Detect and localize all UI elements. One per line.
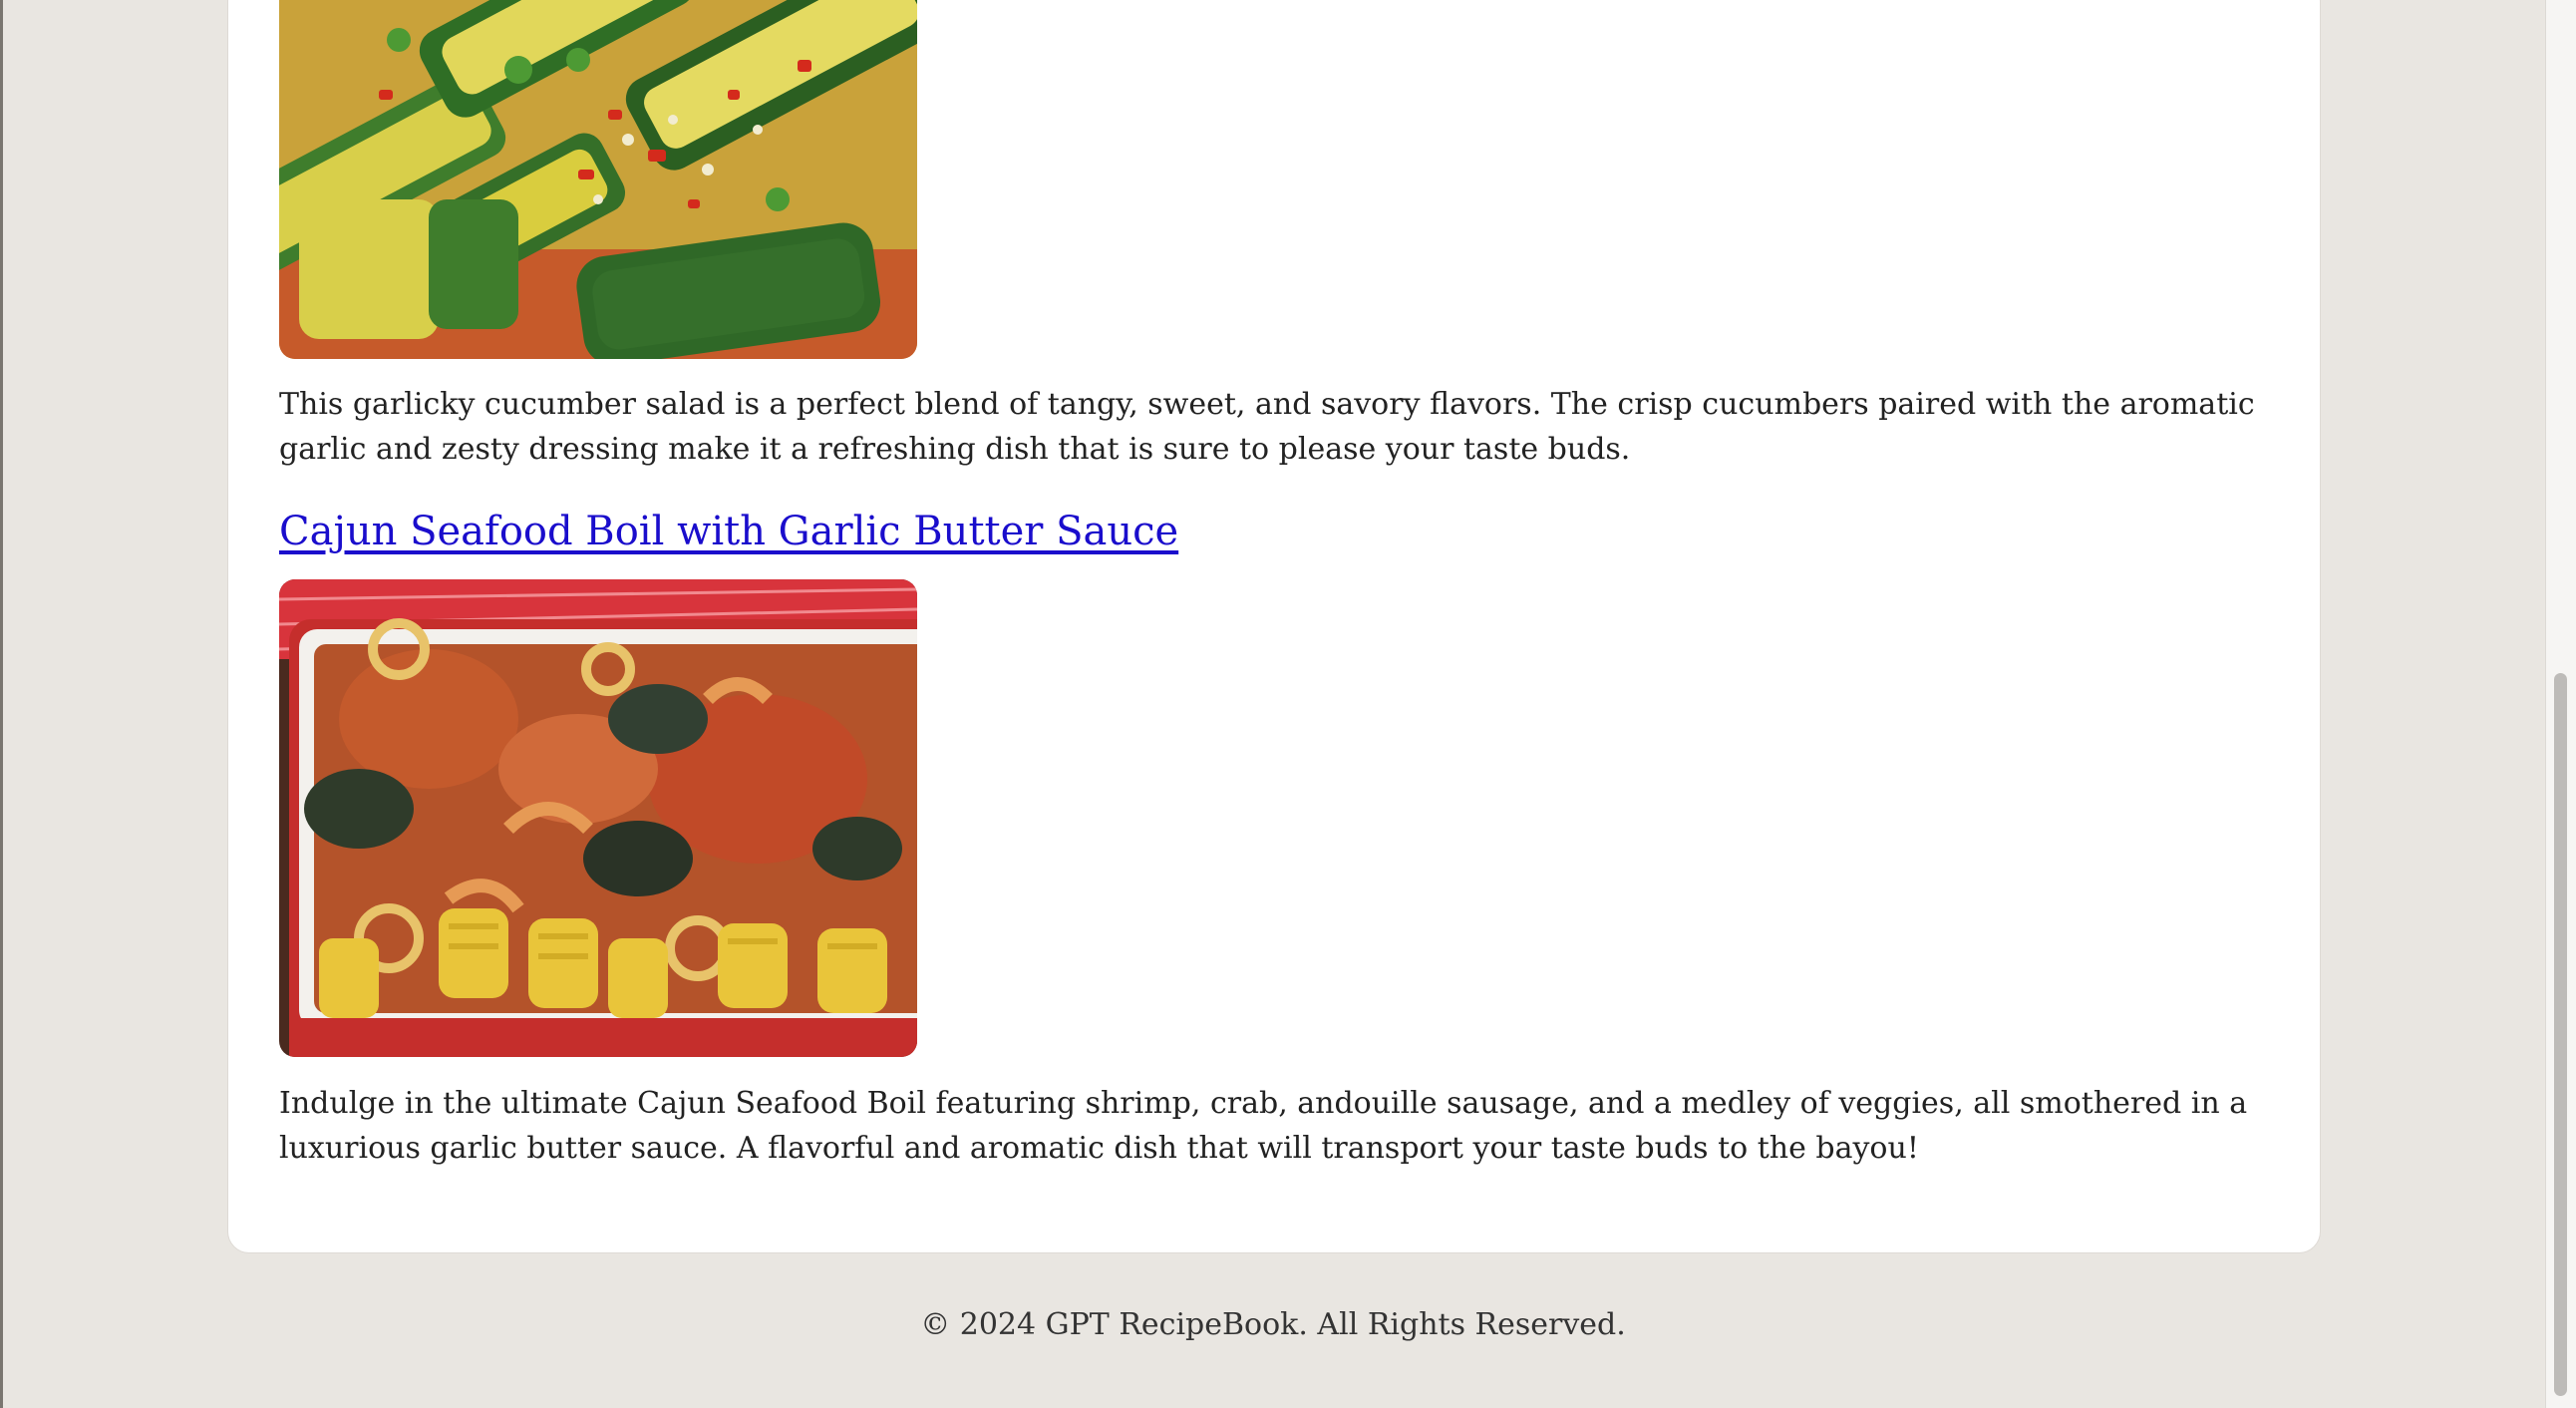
scrollbar-thumb[interactable]	[2554, 673, 2567, 1396]
recipe-description: This garlicky cucumber salad is a perfec…	[279, 387, 2255, 467]
window-edge	[0, 0, 3, 1408]
page-scrollbar[interactable]	[2545, 0, 2576, 1408]
recipe-description: Indulge in the ultimate Cajun Seafood Bo…	[279, 1086, 2248, 1166]
recipe-image-cucumber-salad	[279, 0, 917, 359]
recipe-image-cajun-seafood-boil	[279, 579, 917, 1057]
recipe-title-link[interactable]: Cajun Seafood Boil with Garlic Butter Sa…	[279, 504, 1178, 559]
footer-copyright: © 2024 GPT RecipeBook. All Rights Reserv…	[920, 1307, 1626, 1342]
